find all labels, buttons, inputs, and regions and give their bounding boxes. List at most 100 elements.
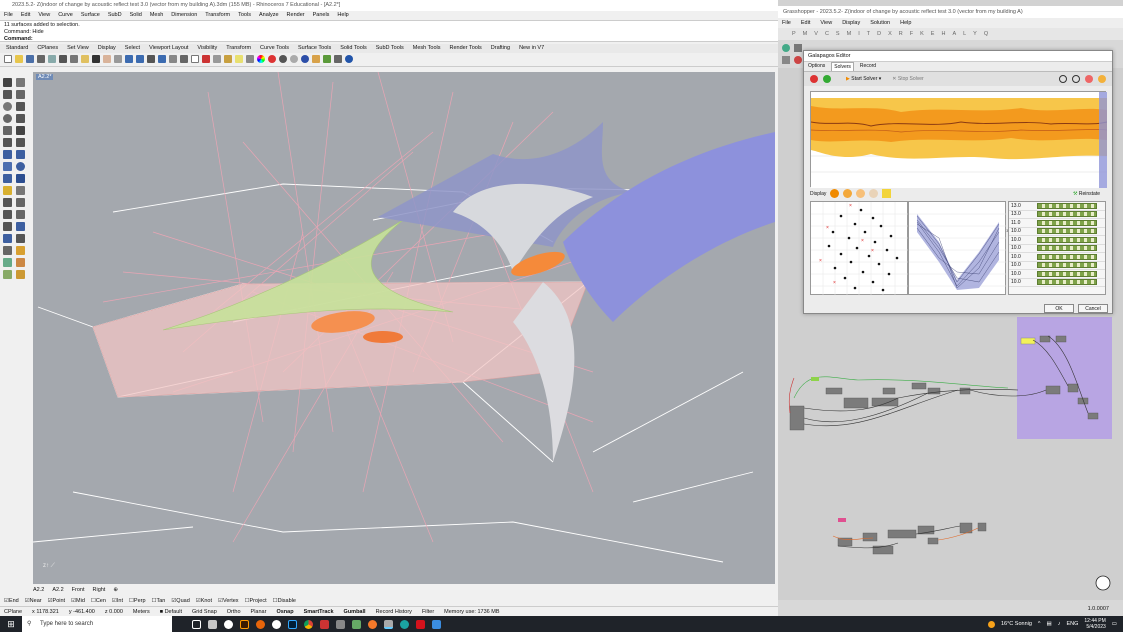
menu-panels[interactable]: Panels	[313, 11, 330, 20]
menu-tools[interactable]: Tools	[238, 11, 251, 20]
genome-row[interactable]: 11.0	[1009, 219, 1105, 228]
undo-icon[interactable]	[92, 55, 100, 63]
osnap-near[interactable]: ☑Near	[25, 597, 42, 606]
gh-tab[interactable]: M	[847, 28, 852, 40]
boolean-icon[interactable]	[16, 174, 25, 183]
copy-icon[interactable]	[70, 55, 78, 63]
four-view-icon[interactable]	[169, 55, 177, 63]
surface-icon[interactable]	[3, 150, 12, 159]
move-icon[interactable]	[3, 198, 12, 207]
timer-icon[interactable]	[1072, 75, 1080, 83]
tab-record[interactable]: Record	[860, 62, 876, 71]
mesh-icon[interactable]	[3, 174, 12, 183]
stop-solver-button[interactable]: ✕ Stop Solver	[892, 76, 923, 82]
genome-row[interactable]: 13.0	[1009, 202, 1105, 211]
pan-icon[interactable]	[103, 55, 111, 63]
fillet-icon[interactable]	[3, 138, 12, 147]
weather-icon[interactable]	[987, 620, 995, 628]
tab-select[interactable]: Select	[125, 44, 140, 53]
tab-transform[interactable]: Transform	[226, 44, 251, 53]
tab-display[interactable]: Display	[98, 44, 116, 53]
tab-curve-tools[interactable]: Curve Tools	[260, 44, 289, 53]
grasshopper-active-icon[interactable]	[384, 619, 393, 629]
genome-list[interactable]: 13.0 13.0 11.0 10.0 10.0 10.0 10.0 10.0 10.0 10.0	[1008, 201, 1106, 295]
cplane-icon[interactable]	[16, 270, 25, 279]
tab-visibility[interactable]: Visibility	[197, 44, 217, 53]
material-icon[interactable]	[301, 55, 309, 63]
network-icon[interactable]: ▤	[1047, 621, 1052, 627]
volume-icon[interactable]: ♪	[1058, 621, 1061, 627]
gh-menu-display[interactable]: Display	[842, 18, 860, 28]
tab-render-tools[interactable]: Render Tools	[449, 44, 481, 53]
osnap-icon[interactable]	[213, 55, 221, 63]
menu-dimension[interactable]: Dimension	[171, 11, 197, 20]
perspective-viewport[interactable]: A2.2* z↑ ⟋	[33, 72, 775, 584]
command-area[interactable]: 11 surfaces added to selection. Command:…	[0, 20, 778, 42]
sphere-shaded-icon[interactable]	[279, 55, 287, 63]
rectangle-icon[interactable]	[16, 114, 25, 123]
tab-solid-tools[interactable]: Solid Tools	[340, 44, 367, 53]
layout-icon[interactable]	[3, 270, 12, 279]
gh-tab[interactable]: L	[963, 28, 966, 40]
tab-solvers[interactable]: Solvers	[831, 62, 854, 71]
ok-button[interactable]: OK	[1044, 304, 1074, 313]
grasshopper-icon[interactable]	[323, 55, 331, 63]
tab-surface-tools[interactable]: Surface Tools	[298, 44, 331, 53]
paint-app-icon[interactable]	[432, 619, 441, 629]
osnap-tan[interactable]: ☐Tan	[152, 597, 166, 606]
display-option-icon[interactable]	[843, 189, 853, 198]
dimension-tool-icon[interactable]	[16, 186, 25, 195]
status-grid-snap[interactable]: Grid Snap	[192, 607, 217, 616]
light-icon[interactable]	[3, 186, 12, 195]
import-icon[interactable]	[48, 55, 56, 63]
gh-menu-help[interactable]: Help	[900, 18, 911, 28]
genome-row[interactable]: 13.0	[1009, 211, 1105, 219]
osnap-knot[interactable]: ☑Knot	[196, 597, 212, 606]
grid-icon[interactable]	[180, 55, 188, 63]
gh-tab[interactable]: V	[814, 28, 818, 40]
display-option-icon[interactable]	[856, 189, 866, 198]
print-icon[interactable]	[37, 55, 45, 63]
gh-tab[interactable]: Q	[984, 28, 988, 40]
fitness-icon[interactable]	[1098, 75, 1106, 83]
gh-tab[interactable]: H	[941, 28, 945, 40]
population-scatter[interactable]: × × × × × ×	[810, 201, 909, 296]
gh-component-icon[interactable]	[794, 44, 802, 52]
gh-component-icon[interactable]	[794, 56, 802, 64]
layer-icon[interactable]	[224, 55, 232, 63]
weather-text[interactable]: 16°C Sonnig	[1001, 621, 1032, 627]
rhino-app-icon[interactable]	[208, 619, 217, 629]
menu-file[interactable]: File	[4, 11, 13, 20]
analyze-icon[interactable]	[3, 258, 12, 267]
cut-icon[interactable]	[59, 55, 67, 63]
radiation-icon[interactable]	[882, 189, 892, 198]
array-icon[interactable]	[3, 222, 12, 231]
scale-icon[interactable]	[16, 210, 25, 219]
trim-icon[interactable]	[16, 222, 25, 231]
rotate-view-icon[interactable]	[114, 55, 122, 63]
task-view-icon[interactable]	[192, 619, 201, 629]
paste-icon[interactable]	[81, 55, 89, 63]
osnap-point[interactable]: ☑Point	[48, 597, 65, 606]
explode-icon[interactable]	[3, 246, 12, 255]
osnap-mid[interactable]: ☑Mid	[71, 597, 85, 606]
gh-tab[interactable]: P	[792, 28, 796, 40]
osnap-vertex[interactable]: ☑Vertex	[218, 597, 239, 606]
osnap-int[interactable]: ☑Int	[112, 597, 123, 606]
view-tab-a22[interactable]: A2.2	[33, 586, 44, 595]
view-tab-front[interactable]: Front	[72, 586, 85, 595]
sphere-rendered-icon[interactable]	[290, 55, 298, 63]
gh-tab[interactable]: R	[899, 28, 903, 40]
blender-app-icon[interactable]	[368, 619, 377, 629]
zoom-extents-icon[interactable]	[147, 55, 155, 63]
grasshopper-app-icon[interactable]	[352, 619, 361, 629]
status-filter[interactable]: Filter	[422, 607, 434, 616]
gh-tab[interactable]: M	[803, 28, 808, 40]
box-icon[interactable]	[3, 162, 12, 171]
genome-row[interactable]: 10.0	[1009, 245, 1105, 253]
windows-start-icon[interactable]: ⊞	[0, 619, 22, 630]
menu-render[interactable]: Render	[287, 11, 305, 20]
gh-tab[interactable]: F	[910, 28, 913, 40]
gh-menu-solution[interactable]: Solution	[870, 18, 890, 28]
fitness-graph[interactable]	[810, 91, 1108, 188]
